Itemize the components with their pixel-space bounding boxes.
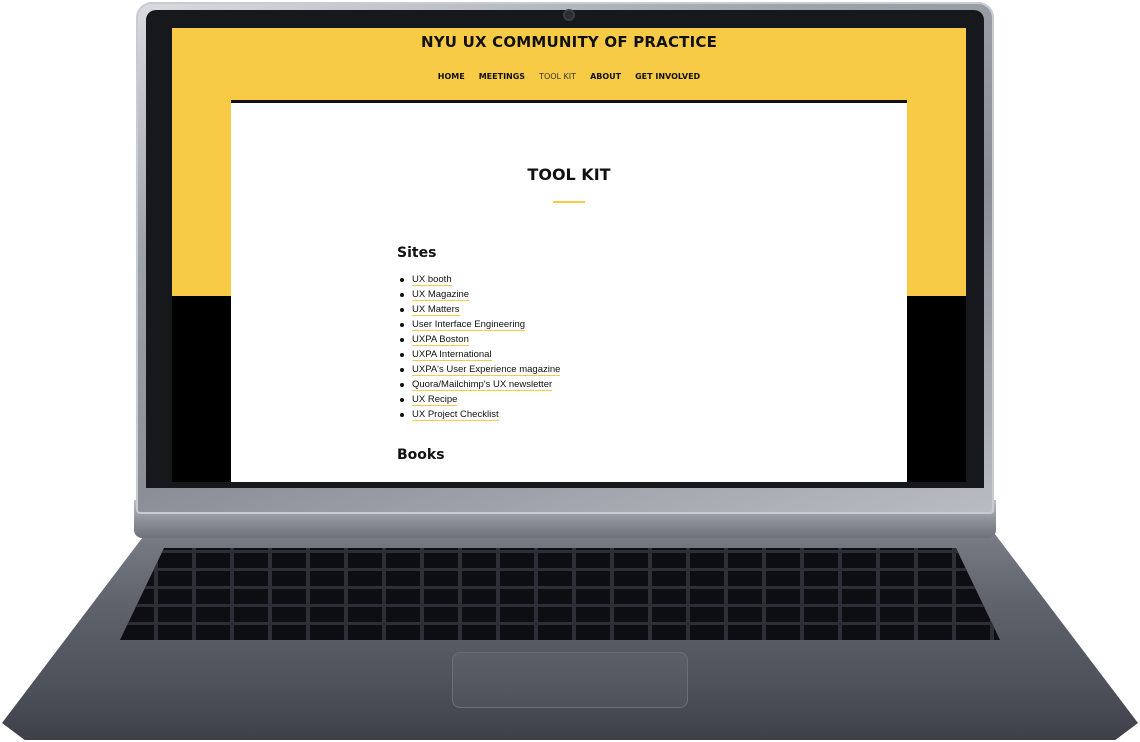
webcam-icon — [565, 11, 573, 19]
nav-get-involved[interactable]: GET INVOLVED — [635, 72, 700, 81]
list-item: UX Magazine — [397, 288, 560, 303]
site-link-ux-recipe[interactable]: UX Recipe — [412, 394, 458, 406]
list-item: Quora/Mailchimp's UX newsletter — [397, 378, 560, 393]
site-link-uxpa-boston[interactable]: UXPA Boston — [412, 334, 469, 346]
list-item: User Interface Engineering — [397, 318, 560, 333]
site-link-ux-matters[interactable]: UX Matters — [412, 304, 460, 316]
laptop-touchpad — [452, 652, 688, 708]
list-item: UX booth — [397, 273, 560, 288]
sites-heading: Sites — [397, 245, 437, 261]
nav-tool-kit[interactable]: TOOL KIT — [539, 72, 576, 81]
site-link-uxpa-magazine[interactable]: UXPA's User Experience magazine — [412, 364, 561, 376]
site-link-ux-project-checklist[interactable]: UX Project Checklist — [412, 409, 499, 421]
list-item: UX Project Checklist — [397, 408, 560, 423]
content-panel: TOOL KIT Sites UX booth UX Magazine UX M… — [231, 100, 907, 482]
title-underline — [553, 201, 585, 203]
site-link-uxpa-international[interactable]: UXPA International — [412, 349, 492, 361]
sites-list: UX booth UX Magazine UX Matters User Int… — [397, 273, 561, 423]
list-item: UXPA Boston — [397, 333, 560, 348]
nav-home[interactable]: HOME — [438, 72, 465, 81]
site-title[interactable]: NYU UX COMMUNITY OF PRACTICE — [172, 33, 966, 51]
list-item: UXPA's User Experience magazine — [397, 363, 561, 378]
laptop-screen: NYU UX COMMUNITY OF PRACTICE HOME MEETIN… — [172, 28, 966, 482]
main-nav: HOME MEETINGS TOOL KIT ABOUT GET INVOLVE… — [172, 72, 966, 81]
nav-about[interactable]: ABOUT — [590, 72, 621, 81]
site-link-ux-booth[interactable]: UX booth — [412, 274, 452, 286]
site-link-quora-mailchimp[interactable]: Quora/Mailchimp's UX newsletter — [412, 379, 553, 391]
site-link-ux-magazine[interactable]: UX Magazine — [412, 289, 470, 301]
list-item: UX Matters — [397, 303, 560, 318]
page-title: TOOL KIT — [527, 165, 611, 184]
nav-meetings[interactable]: MEETINGS — [479, 72, 525, 81]
laptop-keyboard — [120, 548, 1000, 640]
site-link-uie[interactable]: User Interface Engineering — [412, 319, 526, 331]
list-item: UXPA International — [397, 348, 560, 363]
list-item: UX Recipe — [397, 393, 560, 408]
books-heading: Books — [397, 447, 445, 463]
